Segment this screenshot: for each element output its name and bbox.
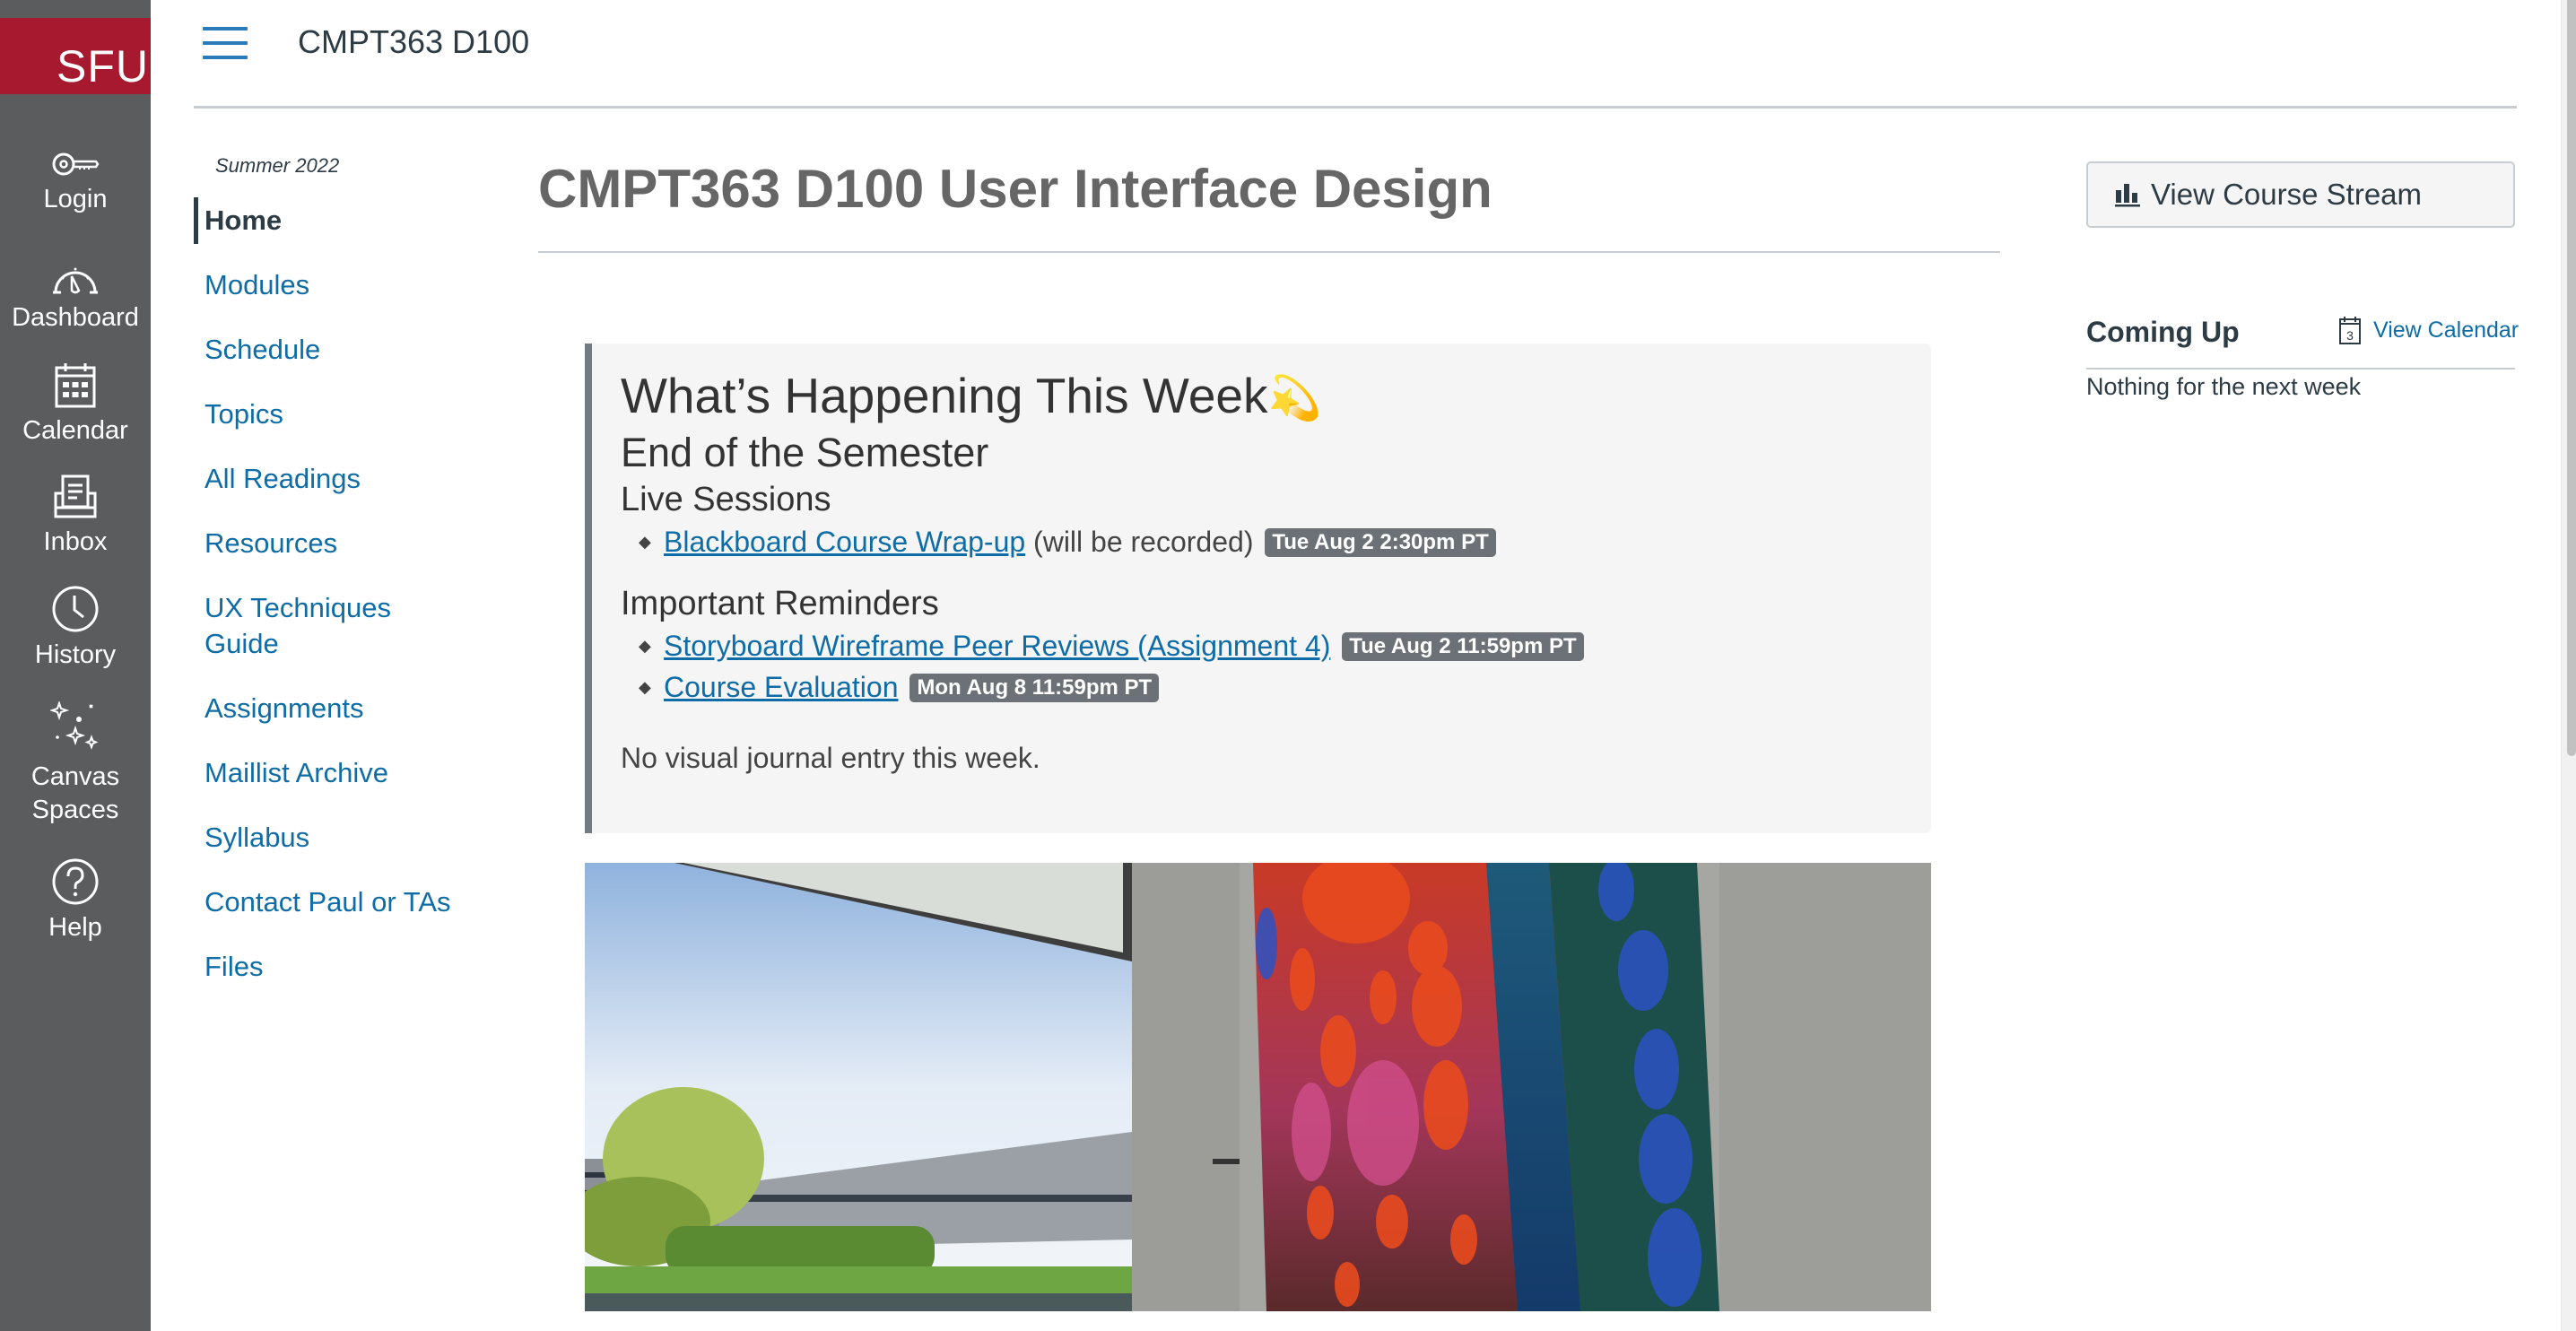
course-nav-assignments[interactable]: Assignments — [194, 691, 463, 726]
dizzy-star-icon: 💫 — [1267, 375, 1322, 422]
global-nav-label: Canvas Spaces — [30, 762, 120, 824]
semester-subheading: End of the Semester — [621, 430, 989, 475]
global-nav-label: Calendar — [22, 416, 128, 445]
clock-icon — [52, 586, 99, 632]
this-week-heading: What’s Happening This Week💫 — [621, 368, 1322, 423]
global-nav-calendar[interactable]: Calendar — [0, 361, 151, 448]
bar-chart-icon — [2115, 184, 2140, 207]
list-item: ◆ Storyboard Wireframe Peer Reviews (Ass… — [621, 625, 1931, 666]
global-nav-dashboard[interactable]: Dashboard — [0, 260, 151, 335]
global-nav-label: Dashboard — [12, 303, 139, 332]
view-course-stream-button[interactable]: View Course Stream — [2086, 161, 2515, 228]
date-badge: Mon Aug 8 11:59pm PT — [909, 674, 1160, 702]
list-item: ◆ Course Evaluation Mon Aug 8 11:59pm PT — [621, 666, 1931, 708]
reminders-heading: Important Reminders — [621, 585, 939, 622]
reminders-list: ◆ Storyboard Wireframe Peer Reviews (Ass… — [621, 625, 1931, 708]
title-divider — [538, 251, 2000, 253]
peer-reviews-link[interactable]: Storyboard Wireframe Peer Reviews (Assig… — [664, 630, 1330, 662]
help-icon — [52, 858, 99, 905]
date-badge: Tue Aug 2 11:59pm PT — [1342, 632, 1584, 661]
sparkles-icon — [50, 701, 99, 750]
course-nav-maillist-archive[interactable]: Maillist Archive — [194, 755, 463, 791]
diamond-bullet-icon: ◆ — [639, 678, 651, 696]
course-term: Summer 2022 — [215, 154, 340, 177]
diamond-bullet-icon: ◆ — [639, 533, 651, 551]
global-nav-label: Inbox — [43, 527, 108, 556]
coming-up-heading: Coming Up — [2086, 316, 2240, 348]
live-sessions-heading: Live Sessions — [621, 481, 831, 518]
view-course-stream-label: View Course Stream — [2151, 178, 2423, 211]
session-note: (will be recorded) — [1033, 526, 1254, 558]
course-nav-schedule[interactable]: Schedule — [194, 332, 463, 368]
calendar-day-icon: 3 — [2339, 317, 2361, 344]
global-nav-canvas-spaces[interactable]: Canvas Spaces — [0, 701, 151, 827]
global-nav-history[interactable]: History — [0, 585, 151, 672]
course-nav-modules[interactable]: Modules — [194, 267, 463, 303]
this-week-panel: What’s Happening This Week💫 End of the S… — [585, 344, 1931, 833]
course-nav-resources[interactable]: Resources — [194, 526, 463, 561]
course-nav: Home Modules Schedule Topics All Reading… — [194, 197, 463, 1013]
header-divider — [194, 106, 2517, 109]
course-nav-ux-techniques-guide[interactable]: UX Techniques Guide — [194, 590, 411, 662]
svg-text:3: 3 — [2346, 328, 2354, 343]
date-badge: Tue Aug 2 2:30pm PT — [1265, 528, 1496, 557]
course-nav-contact[interactable]: Contact Paul or TAs — [194, 884, 463, 920]
global-nav-inbox[interactable]: Inbox — [0, 474, 151, 559]
wrap-up-link[interactable]: Blackboard Course Wrap-up — [664, 526, 1025, 558]
course-nav-all-readings[interactable]: All Readings — [194, 461, 463, 497]
view-calendar-link[interactable]: 3 View Calendar — [2339, 316, 2519, 344]
global-nav: SFU Login Dashboard Calendar Inbox Histo… — [0, 0, 151, 1331]
page-scrollbar-thumb[interactable] — [2567, 0, 2576, 756]
coming-up-divider — [2086, 368, 2515, 370]
live-sessions-list: ◆ Blackboard Course Wrap-up (will be rec… — [621, 521, 1931, 562]
coming-up-empty: Nothing for the next week — [2086, 373, 2362, 400]
calendar-icon — [55, 363, 96, 408]
global-nav-label: History — [34, 640, 117, 669]
journal-note: No visual journal entry this week. — [621, 742, 1040, 774]
global-nav-help[interactable]: Help — [0, 857, 151, 944]
course-menu-toggle[interactable] — [203, 27, 248, 61]
global-nav-label: Help — [48, 913, 102, 942]
hero-image — [585, 863, 1931, 1311]
page-title: CMPT363 D100 User Interface Design — [538, 159, 1493, 219]
course-nav-files[interactable]: Files — [194, 949, 463, 985]
diamond-bullet-icon: ◆ — [639, 637, 651, 655]
course-nav-syllabus[interactable]: Syllabus — [194, 820, 463, 856]
campus-mosaic-illustration — [585, 863, 1931, 1311]
key-icon — [52, 152, 100, 176]
view-calendar-label: View Calendar — [2373, 317, 2519, 343]
global-nav-login[interactable]: Login — [0, 151, 151, 216]
list-item: ◆ Blackboard Course Wrap-up (will be rec… — [621, 521, 1931, 562]
hamburger-icon — [203, 27, 248, 30]
breadcrumb-course[interactable]: CMPT363 D100 — [298, 23, 529, 61]
course-evaluation-link[interactable]: Course Evaluation — [664, 671, 898, 703]
global-nav-label: Login — [43, 185, 108, 213]
sfu-logo[interactable]: SFU — [0, 18, 151, 94]
course-nav-topics[interactable]: Topics — [194, 396, 463, 432]
inbox-icon — [54, 474, 97, 518]
dashboard-icon — [53, 267, 98, 294]
course-nav-home[interactable]: Home — [194, 197, 463, 244]
